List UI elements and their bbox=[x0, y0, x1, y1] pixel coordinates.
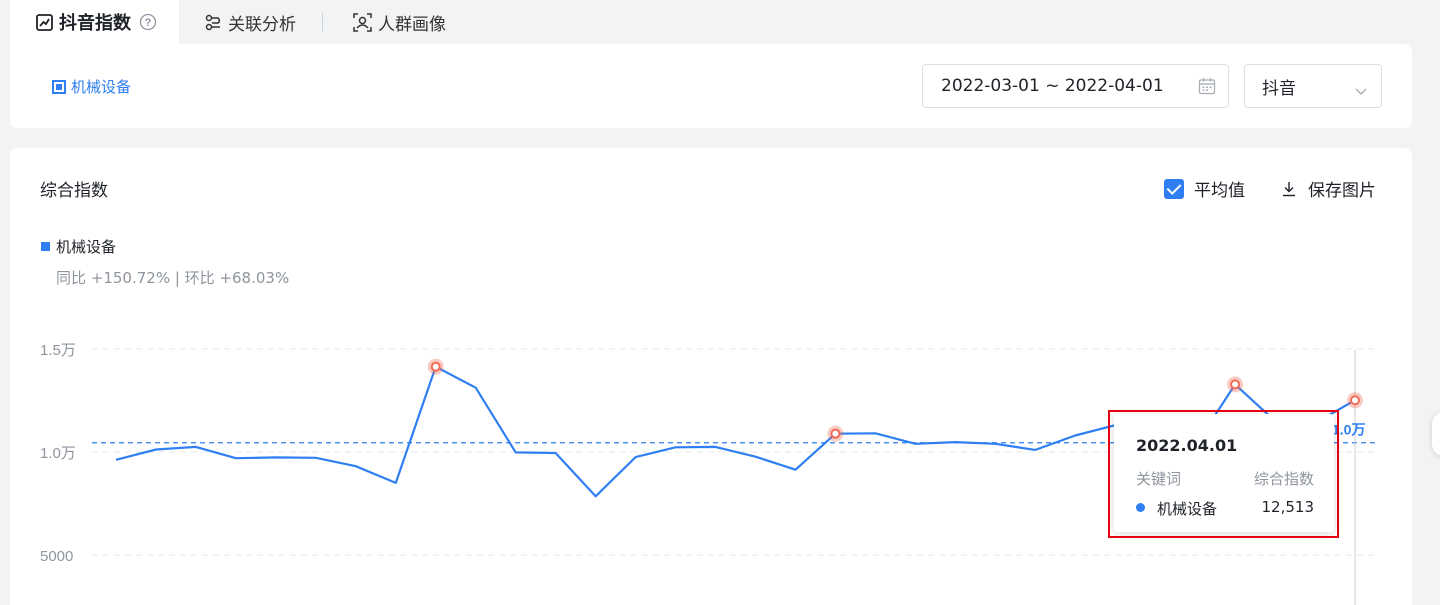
y-tick-label: 1.0万 bbox=[40, 445, 76, 462]
y-tick-label: 5000 bbox=[40, 548, 73, 565]
peak-marker[interactable] bbox=[830, 428, 841, 439]
peak-marker[interactable] bbox=[1230, 379, 1241, 390]
tooltip-highlight-box bbox=[1108, 410, 1339, 538]
side-scroll-button[interactable] bbox=[1432, 412, 1440, 456]
peak-marker[interactable] bbox=[1350, 395, 1360, 406]
peak-marker[interactable] bbox=[430, 361, 441, 372]
y-tick-label: 1.5万 bbox=[40, 342, 76, 359]
